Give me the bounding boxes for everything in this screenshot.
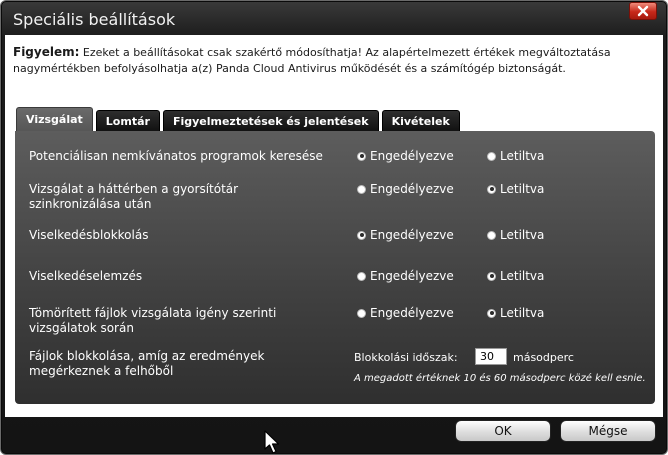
radio-button[interactable] xyxy=(487,151,496,161)
setting-disabled-option[interactable]: Letiltva xyxy=(487,182,544,196)
warning-text: Figyelem: Ezeket a beállításokat csak sz… xyxy=(13,44,653,77)
radio-button[interactable] xyxy=(357,184,366,194)
dialog-title: Speciális beállítások xyxy=(13,10,176,29)
option-label: Letiltva xyxy=(500,306,545,320)
radio-button[interactable] xyxy=(357,151,366,161)
radio-button[interactable] xyxy=(487,230,496,240)
blocking-hint: A megadott értéknek 10 és 60 másodperc k… xyxy=(354,373,646,384)
option-label: Letiltva xyxy=(500,182,545,196)
setting-enabled-option[interactable]: Engedélyezve xyxy=(357,228,454,242)
option-label: Letiltva xyxy=(500,149,545,163)
setting-enabled-option[interactable]: Engedélyezve xyxy=(357,182,454,196)
setting-label: Viselkedésblokkolás xyxy=(29,228,149,242)
radio-button[interactable] xyxy=(487,271,496,281)
option-label: Letiltva xyxy=(500,228,545,242)
tab-quarantine[interactable]: Lomtár xyxy=(95,110,160,131)
tab-scan[interactable]: Vizsgálat xyxy=(16,107,93,131)
setting-label: Viselkedéselemzés xyxy=(29,269,143,283)
setting-disabled-option[interactable]: Letiltva xyxy=(487,306,544,320)
dialog-content: Figyelem: Ezeket a beállításokat csak sz… xyxy=(5,35,663,417)
radio-button[interactable] xyxy=(487,308,496,318)
radio-button[interactable] xyxy=(487,184,496,194)
setting-disabled-option[interactable]: Letiltva xyxy=(487,228,544,242)
warning-message: Ezeket a beállításokat csak szakértő mód… xyxy=(13,46,611,75)
close-icon xyxy=(637,5,649,17)
dialog-window: Speciális beállítások Figyelem: Ezeket a… xyxy=(0,0,668,455)
option-label: Engedélyezve xyxy=(370,269,454,283)
settings-panel: Potenciálisan nemkívánatos programok ker… xyxy=(15,131,655,404)
option-label: Engedélyezve xyxy=(370,306,454,320)
tab-bar: Vizsgálat Lomtár Figyelmeztetések és jel… xyxy=(16,107,460,131)
blocking-time-input[interactable] xyxy=(475,348,507,365)
setting-enabled-option[interactable]: Engedélyezve xyxy=(357,306,454,320)
blocking-time-unit: másodperc xyxy=(513,351,574,364)
radio-button[interactable] xyxy=(357,308,366,318)
setting-enabled-option[interactable]: Engedélyezve xyxy=(357,149,454,163)
setting-enabled-option[interactable]: Engedélyezve xyxy=(357,269,454,283)
setting-disabled-option[interactable]: Letiltva xyxy=(487,149,544,163)
option-label: Engedélyezve xyxy=(370,228,454,242)
radio-button[interactable] xyxy=(357,271,366,281)
ok-button[interactable]: OK xyxy=(455,420,551,442)
tab-alerts-reports[interactable]: Figyelmeztetések és jelentések xyxy=(162,110,379,131)
setting-label: Potenciálisan nemkívánatos programok ker… xyxy=(29,149,323,163)
option-label: Engedélyezve xyxy=(370,149,454,163)
setting-label: Tömörített fájlok vizsgálata igény szeri… xyxy=(29,306,277,335)
blocking-time-label: Blokkolási időszak: xyxy=(354,351,458,364)
setting-disabled-option[interactable]: Letiltva xyxy=(487,269,544,283)
setting-label: Vizsgálat a háttérben a gyorsítótár szin… xyxy=(29,182,239,211)
close-button[interactable] xyxy=(629,2,657,20)
warning-label: Figyelem: xyxy=(13,45,80,59)
cancel-button[interactable]: Mégse xyxy=(560,420,656,442)
tab-exclusions[interactable]: Kivételek xyxy=(381,110,460,131)
option-label: Letiltva xyxy=(500,269,545,283)
radio-button[interactable] xyxy=(357,230,366,240)
mouse-cursor-icon xyxy=(264,430,280,454)
blocking-label: Fájlok blokkolása, amíg az eredmények me… xyxy=(29,349,265,378)
option-label: Engedélyezve xyxy=(370,182,454,196)
